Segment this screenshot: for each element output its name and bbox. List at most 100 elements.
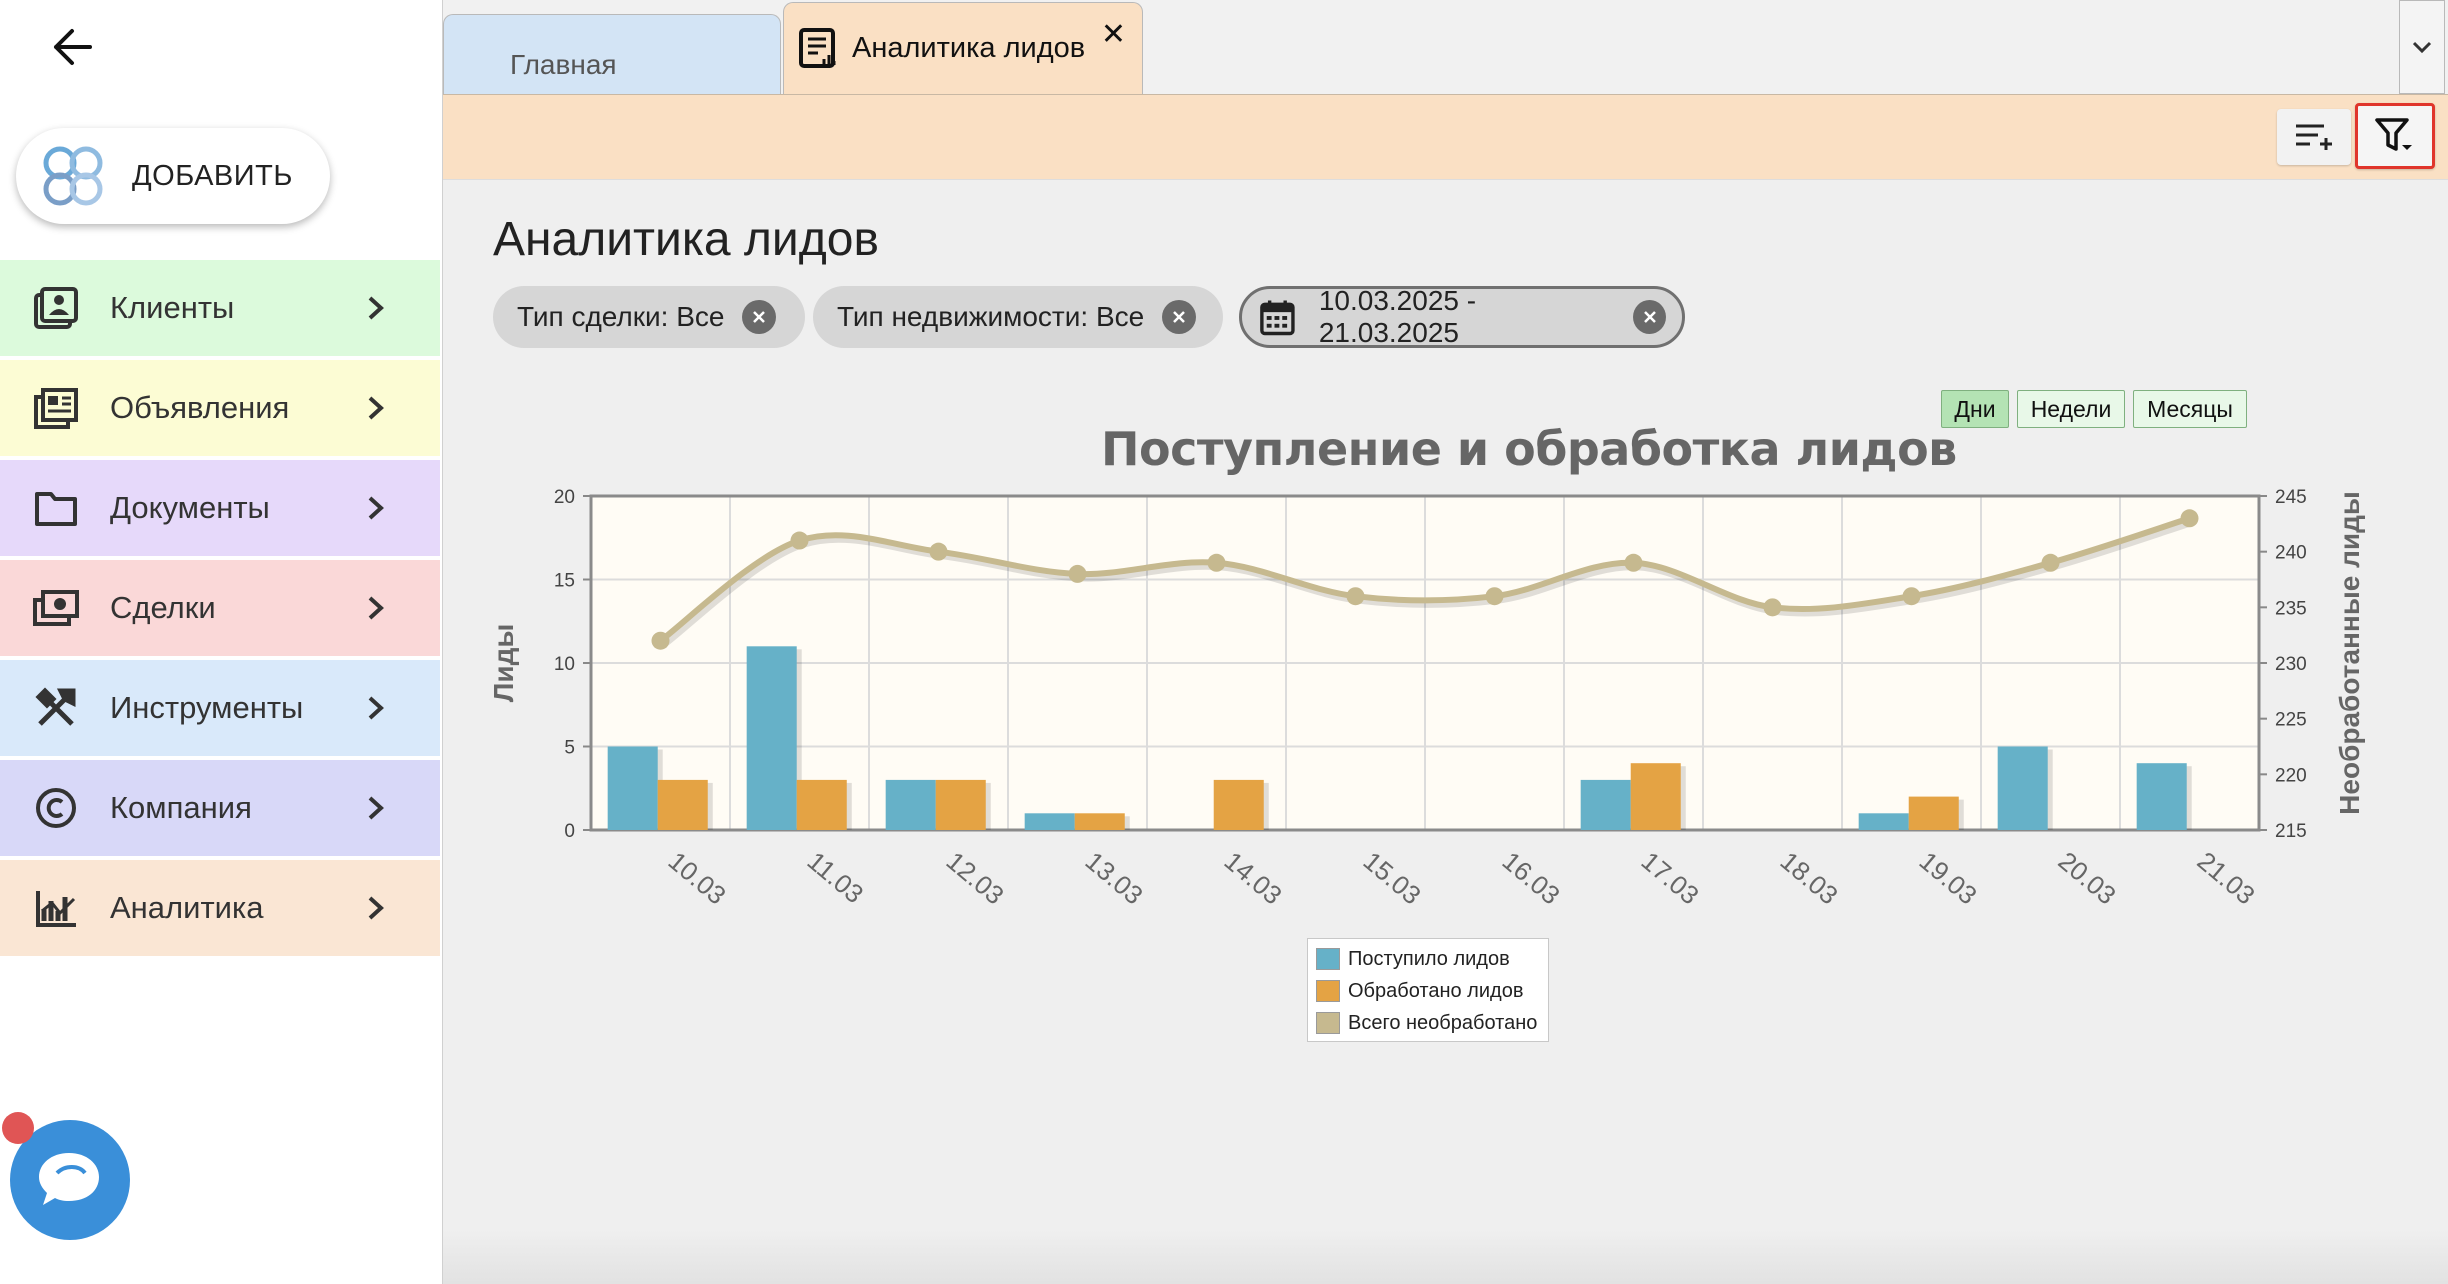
main-content: Главная Аналитика лидов ✕ Аналитика лидо… bbox=[442, 0, 2448, 1284]
notification-badge bbox=[2, 1112, 34, 1144]
line-point bbox=[1624, 553, 1643, 572]
line-point bbox=[790, 531, 809, 550]
sidebar-item-label: Аналитика bbox=[110, 890, 264, 925]
line-point bbox=[651, 631, 670, 650]
close-tab-icon[interactable]: ✕ bbox=[1101, 17, 1126, 52]
folder-icon bbox=[32, 484, 80, 532]
y2-tick-label: 220 bbox=[2275, 765, 2307, 786]
legend-item[interactable]: Обработано лидов bbox=[1316, 975, 1540, 1007]
tab-label: Аналитика лидов bbox=[852, 32, 1086, 64]
y-tick-label: 10 bbox=[554, 654, 575, 675]
date-range-filter-chip[interactable]: 10.03.2025 - 21.03.2025 bbox=[1239, 285, 1685, 348]
sidebar-item-clients[interactable]: Клиенты bbox=[0, 260, 440, 356]
y-tick-label: 20 bbox=[554, 487, 575, 508]
x-tick-label: 21.03 bbox=[2192, 846, 2261, 911]
chip-label: 10.03.2025 - 21.03.2025 bbox=[1318, 285, 1477, 348]
bar bbox=[796, 779, 847, 830]
bar bbox=[935, 779, 986, 830]
line-point bbox=[1207, 553, 1226, 572]
x-tick-label: 14.03 bbox=[1219, 846, 1288, 911]
x-tick-label: 16.03 bbox=[1497, 846, 1566, 911]
deal-type-filter-chip[interactable]: Тип сделки: Все bbox=[493, 286, 805, 348]
x-tick-label: 19.03 bbox=[1914, 846, 1983, 911]
bar bbox=[607, 746, 658, 830]
x-tick-label: 13.03 bbox=[1080, 846, 1149, 911]
y-axis-title: Лиды bbox=[488, 624, 519, 703]
chart-legend: Поступило лидов Обработано лидов Всего н… bbox=[1307, 938, 1549, 1042]
chat-bubble-icon bbox=[39, 1153, 99, 1205]
line-point bbox=[1902, 587, 1921, 606]
y2-tick-label: 215 bbox=[2275, 821, 2307, 842]
property-type-filter-chip[interactable]: Тип недвижимости: Все bbox=[813, 286, 1223, 348]
chevron-right-icon bbox=[356, 788, 396, 828]
sidebar-item-company[interactable]: Компания bbox=[0, 760, 440, 856]
legend-item[interactable]: Всего необработано bbox=[1316, 1007, 1540, 1039]
tabs-dropdown-button[interactable] bbox=[2399, 0, 2445, 94]
bar bbox=[2136, 763, 2187, 830]
add-button[interactable]: ДОБАВИТЬ bbox=[16, 128, 330, 224]
chevron-right-icon bbox=[356, 288, 396, 328]
y2-tick-label: 245 bbox=[2275, 487, 2307, 508]
sidebar-item-listings[interactable]: Объявления bbox=[0, 360, 440, 456]
chevron-down-icon bbox=[2412, 41, 2432, 54]
sidebar-item-label: Инструменты bbox=[110, 690, 304, 725]
legend-swatch bbox=[1316, 1012, 1340, 1034]
tools-icon bbox=[32, 684, 80, 732]
tab-lead-analytics[interactable]: Аналитика лидов ✕ bbox=[783, 2, 1143, 94]
legend-item[interactable]: Поступило лидов bbox=[1316, 943, 1540, 975]
sidebar-item-label: Сделки bbox=[110, 590, 216, 625]
line-point bbox=[1763, 598, 1782, 617]
y-tick-label: 0 bbox=[564, 821, 575, 842]
x-tick-label: 18.03 bbox=[1775, 846, 1844, 911]
line-point bbox=[1068, 564, 1087, 583]
x-tick-label: 12.03 bbox=[941, 846, 1010, 911]
y2-tick-label: 225 bbox=[2275, 710, 2307, 731]
toolbar bbox=[443, 94, 2448, 180]
line-point bbox=[929, 542, 948, 561]
bar bbox=[1908, 796, 1959, 830]
app-logo-icon bbox=[43, 146, 103, 206]
filter-button[interactable] bbox=[2355, 103, 2435, 169]
x-tick-label: 15.03 bbox=[1358, 846, 1427, 911]
chevron-right-icon bbox=[356, 488, 396, 528]
sidebar-item-analytics[interactable]: Аналитика bbox=[0, 860, 440, 956]
listings-icon bbox=[32, 384, 80, 432]
bar bbox=[1580, 779, 1631, 830]
x-tick-label: 11.03 bbox=[802, 846, 870, 910]
bar bbox=[657, 779, 708, 830]
y-tick-label: 5 bbox=[564, 738, 575, 759]
sidebar-item-documents[interactable]: Документы bbox=[0, 460, 440, 556]
leads-chart: 0 5 10 15 20 215 220 225 230 235 240 245 10.03 11.03 1… bbox=[488, 487, 2365, 911]
filter-icon bbox=[2375, 118, 2412, 151]
bar bbox=[885, 779, 936, 830]
money-icon bbox=[32, 584, 80, 632]
sidebar-item-label: Объявления bbox=[110, 390, 290, 425]
sidebar-item-deals[interactable]: Сделки bbox=[0, 560, 440, 656]
x-tick-label: 20.03 bbox=[2053, 846, 2122, 911]
legend-label: Обработано лидов bbox=[1348, 979, 1524, 1002]
line-point bbox=[2180, 509, 2199, 528]
chevron-right-icon bbox=[356, 888, 396, 928]
analytics-icon bbox=[32, 884, 80, 932]
back-arrow-icon[interactable] bbox=[44, 24, 100, 70]
tab-strip: Главная Аналитика лидов ✕ bbox=[443, 0, 2448, 94]
chevron-right-icon bbox=[356, 688, 396, 728]
sidebar-item-label: Документы bbox=[110, 490, 270, 525]
line-point bbox=[1346, 587, 1365, 606]
sidebar-item-tools[interactable]: Инструменты bbox=[0, 660, 440, 756]
filter-list-add-icon bbox=[2296, 124, 2332, 150]
clear-filter-icon[interactable] bbox=[1162, 300, 1197, 334]
clear-filter-icon[interactable] bbox=[1633, 300, 1666, 334]
page-title: Аналитика лидов bbox=[493, 213, 879, 266]
sidebar: ДОБАВИТЬ Клиенты Объявления Документы Сд… bbox=[0, 0, 440, 1284]
legend-swatch bbox=[1316, 980, 1340, 1002]
add-filter-button[interactable] bbox=[2277, 109, 2351, 165]
chip-label: Тип недвижимости: Все bbox=[837, 301, 1145, 332]
copyright-icon bbox=[32, 784, 80, 832]
legend-label: Всего необработано bbox=[1348, 1011, 1538, 1034]
sidebar-item-label: Клиенты bbox=[110, 290, 235, 325]
tab-home[interactable]: Главная bbox=[443, 14, 781, 94]
legend-label: Поступило лидов bbox=[1348, 947, 1510, 970]
clear-filter-icon[interactable] bbox=[742, 300, 777, 334]
calendar-icon bbox=[1260, 300, 1295, 336]
